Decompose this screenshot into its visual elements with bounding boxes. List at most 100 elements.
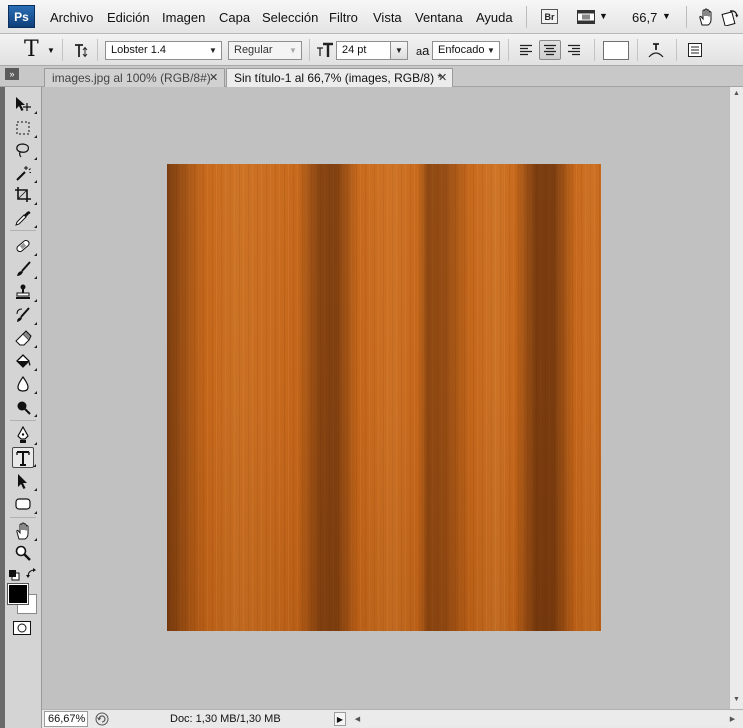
scroll-up-icon[interactable]: ▲	[730, 87, 743, 99]
tool-blur[interactable]	[12, 373, 37, 394]
options-bar: T ▼ Lobster 1.4 ▼ Regular ▼ 24 pt ▼ aa E…	[0, 34, 743, 66]
eyedropper-icon	[15, 210, 31, 226]
tool-path-selection[interactable]	[12, 470, 37, 491]
warp-text-icon[interactable]	[647, 42, 665, 59]
default-colors-icon[interactable]	[8, 569, 20, 581]
quick-mask-icon[interactable]	[12, 620, 32, 636]
tool-crop[interactable]	[12, 184, 37, 205]
font-family-value: Lobster 1.4	[111, 44, 167, 56]
options-separator	[637, 39, 638, 61]
tool-pen[interactable]	[12, 424, 37, 445]
magic-wand-icon	[16, 165, 31, 181]
scroll-left-icon[interactable]: ◀	[351, 713, 364, 725]
character-panel-icon[interactable]	[687, 42, 703, 58]
tool-history-brush[interactable]	[12, 304, 37, 325]
zoom-level[interactable]: 66,7	[632, 10, 657, 25]
antialias-select[interactable]: Enfocado ▼	[432, 41, 500, 60]
bandage-icon	[16, 239, 30, 252]
options-separator	[594, 39, 595, 61]
menu-archivo[interactable]: Archivo	[50, 10, 93, 25]
close-icon[interactable]: ✕	[209, 69, 218, 87]
text-orientation-icon[interactable]	[72, 42, 90, 59]
menu-edicion[interactable]: Edición	[107, 10, 150, 25]
scroll-down-icon[interactable]: ▼	[730, 693, 743, 705]
toolbox-separator	[10, 230, 36, 231]
chevron-down-icon[interactable]: ▼	[47, 46, 55, 55]
align-left-button[interactable]	[515, 40, 537, 60]
wood-texture-canvas[interactable]	[167, 164, 601, 631]
document-size-info: Doc: 1,30 MB/1,30 MB	[170, 713, 281, 725]
font-style-select[interactable]: Regular ▼	[228, 41, 302, 60]
tool-healing-brush[interactable]	[12, 235, 37, 256]
tool-move[interactable]	[12, 93, 37, 114]
tool-dodge[interactable]	[12, 396, 37, 417]
tool-zoom[interactable]	[12, 542, 34, 563]
chevron-down-icon[interactable]: ▼	[205, 42, 221, 59]
chevron-down-icon[interactable]: ▼	[483, 42, 499, 59]
text-color-swatch[interactable]	[603, 41, 629, 60]
brush-icon	[17, 260, 31, 276]
type-tool-preset[interactable]: T	[24, 39, 39, 61]
hand-icon	[16, 521, 29, 539]
rotate-view-icon[interactable]	[721, 8, 739, 26]
menu-vista[interactable]: Vista	[373, 10, 402, 25]
eraser-icon	[15, 329, 32, 345]
menu-imagen[interactable]: Imagen	[162, 10, 205, 25]
options-separator	[676, 39, 677, 61]
vertical-scrollbar[interactable]: ▲ ▼	[729, 87, 743, 709]
menu-seleccion[interactable]: Selección	[262, 10, 318, 25]
tool-hand[interactable]	[12, 520, 37, 541]
close-icon[interactable]: ✕	[438, 69, 447, 87]
rectangular-marquee-icon	[16, 121, 30, 134]
align-center-button[interactable]	[539, 40, 561, 60]
font-family-select[interactable]: Lobster 1.4 ▼	[105, 41, 222, 60]
scroll-right-icon[interactable]: ▶	[726, 713, 739, 725]
tab-images-jpg[interactable]: images.jpg al 100% (RGB/8#) ✕	[44, 68, 225, 87]
canvas-workspace[interactable]	[42, 87, 729, 709]
collapse-panels-icon[interactable]: »	[5, 68, 19, 80]
dodge-icon	[17, 401, 31, 415]
tool-eyedropper[interactable]	[12, 207, 37, 228]
pen-icon	[17, 425, 29, 443]
menu-ayuda[interactable]: Ayuda	[476, 10, 513, 25]
menu-ventana[interactable]: Ventana	[415, 10, 463, 25]
chevron-down-icon[interactable]: ▼	[599, 11, 608, 21]
toolbox-grip[interactable]	[0, 87, 5, 728]
options-separator	[62, 39, 63, 61]
chevron-down-icon[interactable]: ▼	[285, 42, 301, 59]
bridge-button[interactable]: Br	[541, 9, 558, 24]
tool-eraser[interactable]	[12, 327, 37, 348]
menu-capa[interactable]: Capa	[219, 10, 250, 25]
font-size-select[interactable]: 24 pt ▼	[336, 41, 408, 60]
tool-shape[interactable]	[12, 493, 37, 514]
tool-marquee[interactable]	[12, 117, 37, 138]
menu-filtro[interactable]: Filtro	[329, 10, 358, 25]
tool-paint-bucket[interactable]	[12, 350, 37, 371]
tab-sin-titulo-1[interactable]: Sin título-1 al 66,7% (images, RGB/8) * …	[226, 68, 453, 87]
document-tab-bar: » images.jpg al 100% (RGB/8#) ✕ Sin títu…	[0, 66, 743, 87]
tool-type[interactable]	[12, 447, 36, 468]
foreground-color-swatch[interactable]	[7, 583, 29, 605]
align-right-button[interactable]	[563, 40, 585, 60]
align-center-icon	[544, 44, 556, 56]
move-icon	[16, 96, 31, 111]
tool-lasso[interactable]	[12, 139, 37, 160]
menu-separator	[526, 6, 527, 28]
swap-colors-icon[interactable]	[26, 568, 38, 580]
toolbox-separator	[10, 420, 36, 421]
horizontal-scrollbar[interactable]: ◀ ▶	[348, 711, 743, 727]
history-brush-icon	[16, 306, 30, 322]
chevron-down-icon[interactable]: ▼	[662, 11, 671, 21]
view-extras-icon[interactable]	[577, 10, 595, 24]
paint-bucket-icon	[16, 353, 31, 368]
hand-tool-icon[interactable]	[697, 8, 715, 26]
status-zoom-field[interactable]: 66,67%	[44, 711, 88, 727]
align-left-icon	[520, 44, 532, 56]
status-info-icon[interactable]	[94, 711, 110, 727]
chevron-down-icon[interactable]: ▼	[390, 42, 407, 59]
antialias-icon: aa	[416, 43, 429, 58]
tool-magic-wand[interactable]	[12, 162, 37, 183]
tool-clone-stamp[interactable]	[12, 281, 37, 302]
tool-brush[interactable]	[12, 258, 37, 279]
status-menu-arrow-icon[interactable]: ▶	[334, 712, 346, 726]
